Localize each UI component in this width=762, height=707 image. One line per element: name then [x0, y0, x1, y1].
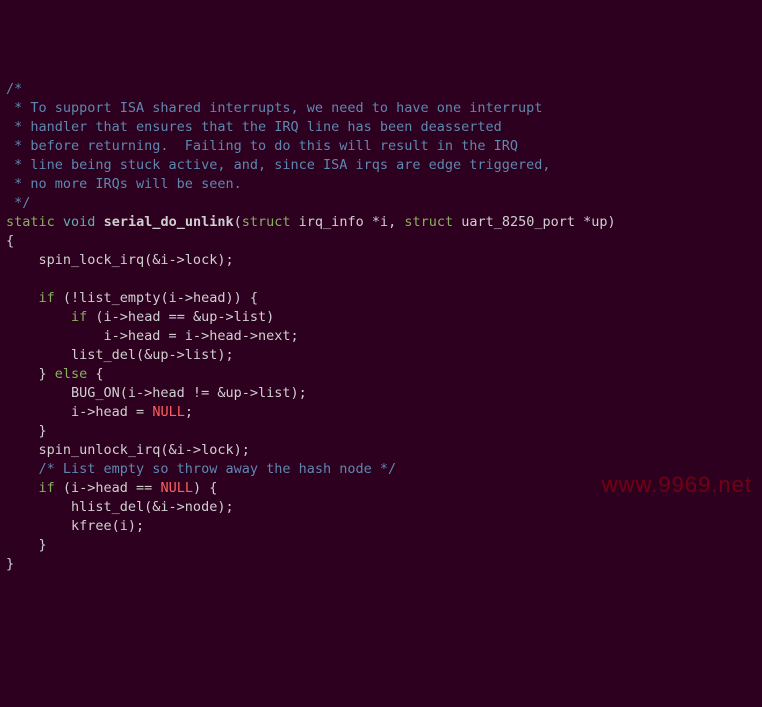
brace-close: }	[6, 556, 14, 572]
keyword-if: if	[39, 290, 55, 306]
watermark: www.9969.net	[602, 475, 752, 494]
function-name: serial_do_unlink	[104, 214, 234, 230]
code-line: i->head = i->head->next;	[6, 328, 299, 344]
brace-open: {	[6, 233, 14, 249]
code-line: hlist_del(&i->node);	[6, 499, 234, 515]
keyword-else: else	[55, 366, 88, 382]
keyword-if: if	[39, 480, 55, 496]
comment-line: * no more IRQs will be seen.	[6, 176, 242, 192]
code-line: spin_lock_irq(&i->lock);	[6, 252, 234, 268]
keyword-null: NULL	[152, 404, 185, 420]
comment-line: * handler that ensures that the IRQ line…	[6, 119, 502, 135]
keyword-struct: struct	[404, 214, 453, 230]
code-line: list_del(&up->list);	[6, 347, 234, 363]
comment-line: /* List empty so throw away the hash nod…	[6, 461, 396, 477]
comment-line: */	[6, 195, 30, 211]
keyword-struct: struct	[242, 214, 291, 230]
code-line: BUG_ON(i->head != &up->list);	[6, 385, 307, 401]
comment-line: * To support ISA shared interrupts, we n…	[6, 100, 542, 116]
comment-line: * before returning. Failing to do this w…	[6, 138, 518, 154]
code-line: spin_unlock_irq(&i->lock);	[6, 442, 250, 458]
code-line: }	[6, 423, 47, 439]
comment-line: * line being stuck active, and, since IS…	[6, 157, 551, 173]
code-line: }	[6, 537, 47, 553]
keyword-void: void	[63, 214, 96, 230]
comment-line: /*	[6, 81, 22, 97]
code-line: kfree(i);	[6, 518, 144, 534]
keyword-if: if	[71, 309, 87, 325]
keyword-static: static	[6, 214, 55, 230]
keyword-null: NULL	[160, 480, 193, 496]
